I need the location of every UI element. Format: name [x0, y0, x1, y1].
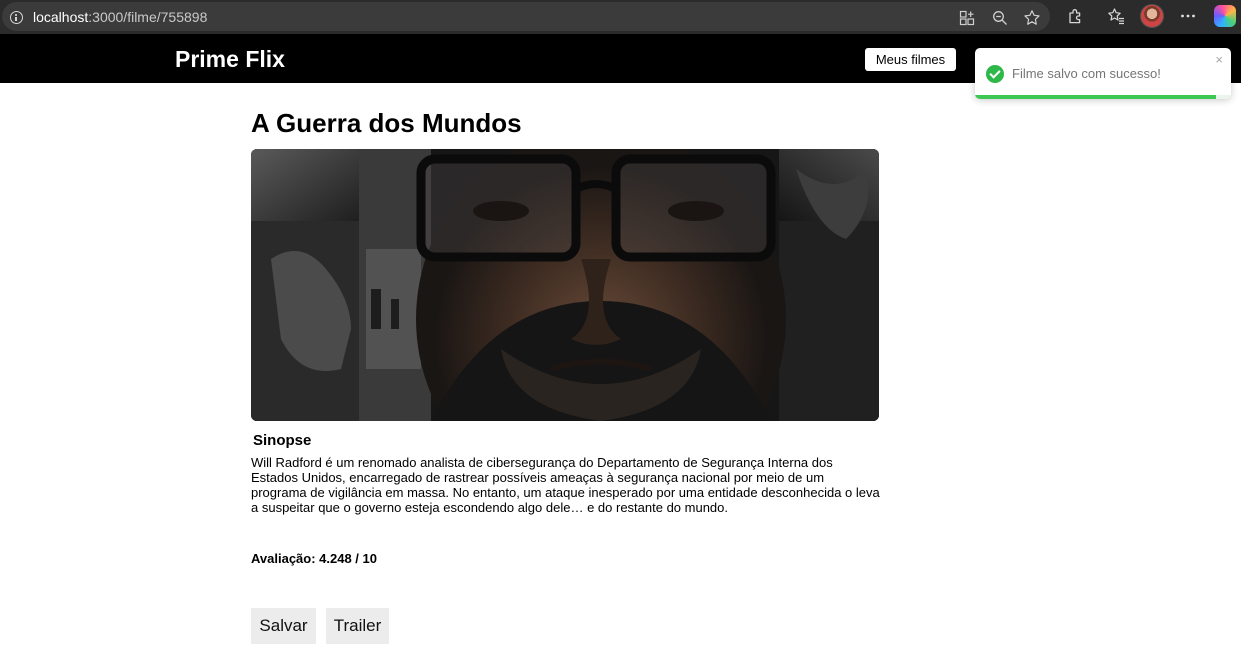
url-host: localhost [33, 9, 89, 25]
rating-text: Avaliação: 4.248 / 10 [251, 551, 377, 566]
synopsis-text: Will Radford é um renomado analista de c… [251, 455, 880, 515]
movie-backdrop-image [251, 149, 879, 421]
toast-progress-track [975, 95, 1231, 99]
my-movies-button[interactable]: Meus filmes [865, 48, 956, 71]
app-available-icon[interactable] [957, 8, 977, 28]
toast-progress-bar [975, 95, 1216, 99]
favorite-star-icon[interactable] [1022, 8, 1042, 28]
save-button[interactable]: Salvar [251, 608, 316, 644]
movie-title: A Guerra dos Mundos [251, 108, 522, 138]
brand-logo-link[interactable]: Prime Flix [175, 46, 285, 73]
site-info-icon[interactable] [10, 11, 23, 24]
zoom-icon[interactable] [990, 8, 1010, 28]
trailer-button[interactable]: Trailer [326, 608, 389, 644]
extensions-icon[interactable] [1066, 6, 1086, 26]
success-toast[interactable]: Filme salvo com sucesso! × [975, 48, 1231, 99]
address-bar[interactable]: localhost:3000/filme/755898 [2, 2, 1050, 31]
synopsis-heading: Sinopse [253, 432, 312, 449]
url-text[interactable]: localhost:3000/filme/755898 [33, 9, 207, 25]
success-check-icon [986, 65, 1004, 83]
toast-message: Filme salvo com sucesso! [1012, 66, 1161, 81]
favorites-icon[interactable] [1106, 6, 1126, 26]
browser-toolbar: localhost:3000/filme/755898 [0, 0, 1241, 34]
more-options-icon[interactable] [1178, 6, 1198, 26]
copilot-icon[interactable] [1214, 5, 1236, 27]
url-path: :3000/filme/755898 [88, 9, 208, 25]
profile-avatar[interactable] [1140, 4, 1164, 28]
toast-close-icon[interactable]: × [1215, 52, 1223, 67]
